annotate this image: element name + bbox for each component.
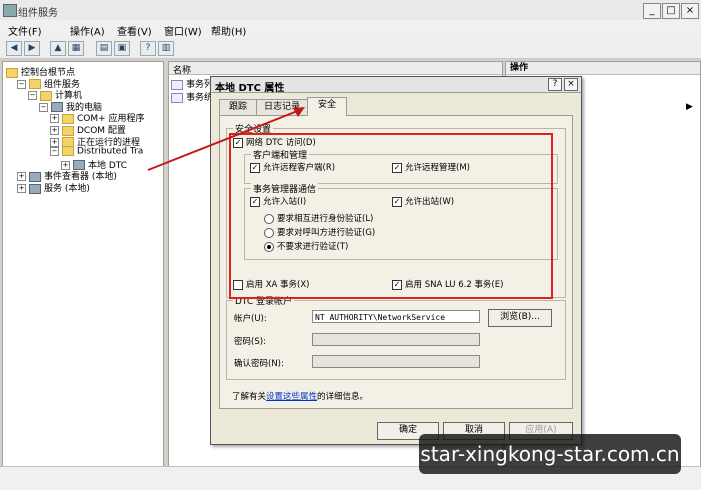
arrow-line xyxy=(147,109,301,171)
watermark: star-xingkong-star.com.cn xyxy=(419,434,681,474)
annotation-arrow xyxy=(147,107,305,171)
